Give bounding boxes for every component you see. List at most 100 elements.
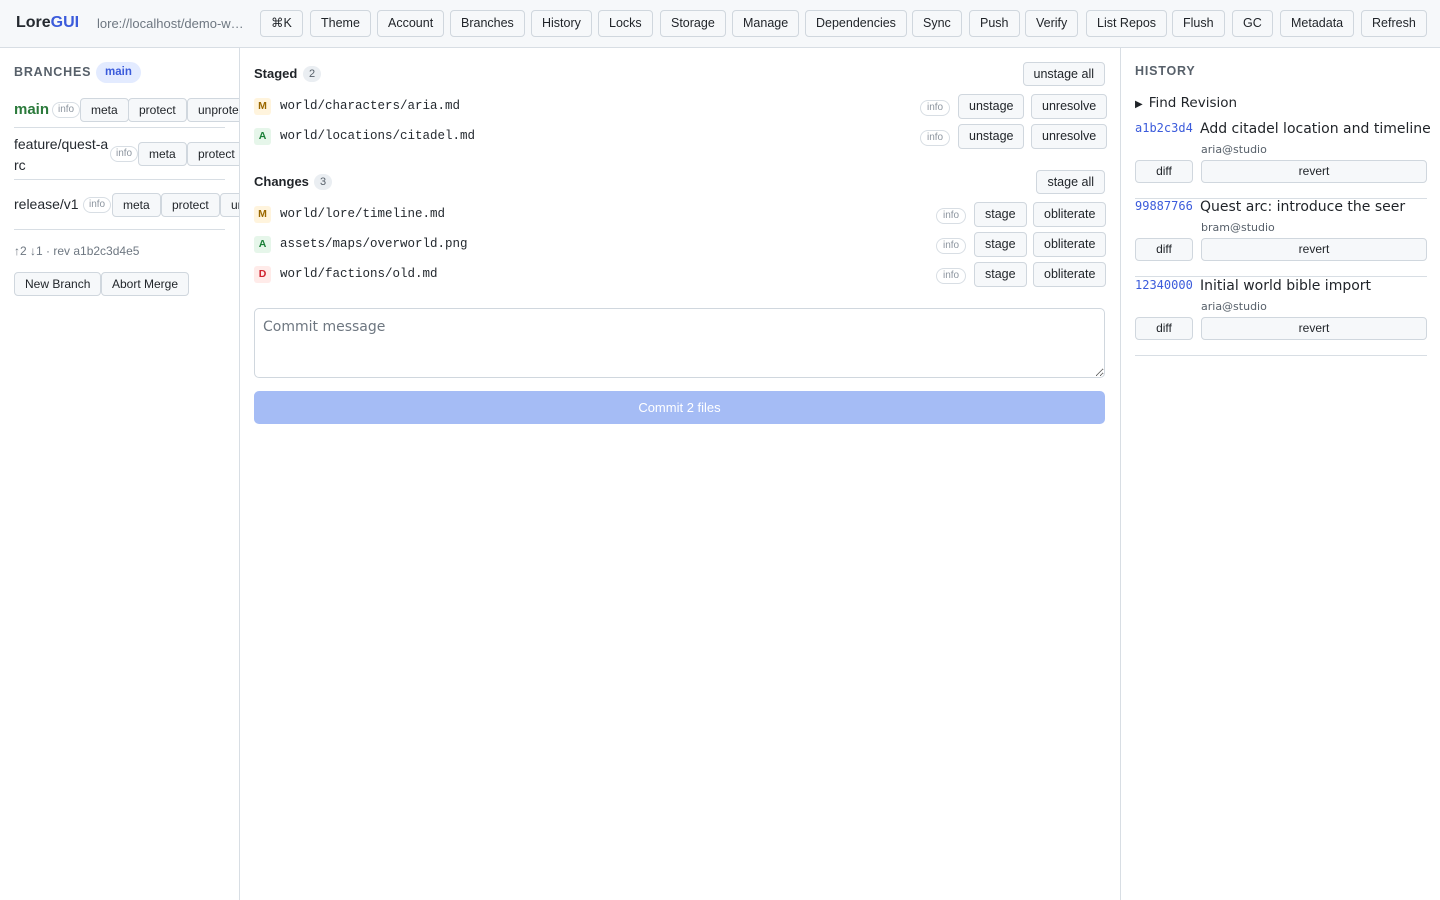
sync-status: ↑2 ↓1 · rev a1b2c3d4e5 [14,244,140,258]
status-badge: M [254,206,271,223]
unresolve-button[interactable]: unresolve [1031,124,1108,149]
obliterate-button[interactable]: obliterate [1033,202,1107,227]
stage-button[interactable]: stage [974,232,1027,257]
locks-button[interactable]: Locks [598,10,653,37]
storage-button[interactable]: Storage [660,10,726,37]
current-branch-pill: main [96,62,141,83]
revision-item: 12340000 Initial world bible import aria… [1135,278,1427,356]
file-path: world/lore/timeline.md [280,207,446,221]
branch-item-feature-quest-arc[interactable]: feature/quest-arc [14,134,112,176]
history-title: HISTORY [1135,64,1196,78]
flush-button[interactable]: Flush [1172,10,1225,37]
revision-hash[interactable]: 99887766 [1135,199,1193,213]
theme-button[interactable]: Theme [310,10,371,37]
branch-protect-button[interactable]: protect [187,142,239,166]
logo-main: Lore [16,14,51,31]
stage-button[interactable]: stage [974,262,1027,287]
manage-button[interactable]: Manage [732,10,800,37]
file-info-tag[interactable]: info [936,268,967,284]
status-badge: A [254,128,271,145]
history-button[interactable]: History [531,10,592,37]
revert-button[interactable]: revert [1201,160,1427,183]
top-bar: LoreGUI lore://localhost/demo-world ⌘K T… [0,0,1440,48]
file-path: assets/maps/overworld.png [280,237,468,251]
branch-meta-button[interactable]: meta [138,142,187,166]
branch-unprotect-button[interactable]: unprotect [220,193,239,217]
staged-file-row[interactable]: A world/locations/citadel.md info unstag… [254,121,1108,151]
changed-file-row[interactable]: D world/factions/old.md info stage oblit… [254,259,1107,289]
commit-button[interactable]: Commit 2 files [254,391,1105,424]
abort-merge-button[interactable]: Abort Merge [101,272,190,296]
revision-message: Add citadel location and timeline [1200,121,1431,137]
find-revision-toggle[interactable]: ▶ Find Revision [1135,95,1237,111]
revert-button[interactable]: revert [1201,317,1427,340]
gc-button[interactable]: GC [1232,10,1273,37]
unresolve-button[interactable]: unresolve [1031,94,1108,119]
branch-info-tag[interactable]: info [110,146,139,162]
changes-count-badge: 3 [314,174,333,190]
file-path: world/factions/old.md [280,267,438,281]
branch-info-tag[interactable]: info [83,197,112,213]
app-logo: LoreGUI [16,14,79,32]
unstage-button[interactable]: unstage [958,94,1025,119]
diff-button[interactable]: diff [1135,160,1193,183]
branch-protect-button[interactable]: protect [161,193,220,217]
unstage-all-button[interactable]: unstage all [1022,62,1105,86]
revision-author: aria@studio [1201,300,1267,313]
changes-title: Changes [254,174,309,189]
new-branch-button[interactable]: New Branch [14,272,102,296]
branch-item-main[interactable]: main [14,101,49,118]
diff-button[interactable]: diff [1135,317,1193,340]
command-palette-button[interactable]: ⌘K [260,10,303,37]
push-button[interactable]: Push [969,10,1020,37]
branch-protect-button[interactable]: protect [128,98,187,122]
metadata-button[interactable]: Metadata [1280,10,1355,37]
revision-item: 99887766 Quest arc: introduce the seer b… [1135,199,1427,277]
file-info-tag[interactable]: info [936,208,967,224]
staged-file-row[interactable]: M world/characters/aria.md info unstage … [254,91,1108,121]
file-info-tag[interactable]: info [920,130,951,146]
revision-hash[interactable]: a1b2c3d4 [1135,121,1193,135]
branch-info-tag[interactable]: info [52,102,81,118]
unstage-button[interactable]: unstage [958,124,1025,149]
stage-button[interactable]: stage [974,202,1027,227]
divider [14,127,225,128]
divider [14,179,225,180]
branch-unprotect-button[interactable]: unprotect [187,98,239,122]
changes-panel: Staged 2 unstage all M world/characters/… [240,48,1120,900]
branch-meta-button[interactable]: meta [80,98,129,122]
file-info-tag[interactable]: info [920,100,951,116]
account-button[interactable]: Account [377,10,445,37]
stage-all-button[interactable]: stage all [1036,170,1105,194]
revision-item: a1b2c3d4 Add citadel location and timeli… [1135,121,1431,199]
changed-file-row[interactable]: M world/lore/timeline.md info stage obli… [254,199,1107,229]
diff-button[interactable]: diff [1135,238,1193,261]
file-path: world/characters/aria.md [280,99,461,113]
divider [14,229,225,230]
list-repos-button[interactable]: List Repos [1086,10,1168,37]
sync-button[interactable]: Sync [912,10,962,37]
branches-sidebar: BRANCHES main main info meta protect unp… [0,48,240,900]
revision-message: Quest arc: introduce the seer [1200,199,1406,215]
revision-message: Initial world bible import [1200,278,1372,294]
obliterate-button[interactable]: obliterate [1033,232,1107,257]
branch-item-release-v1[interactable]: release/v1 [14,196,79,212]
revert-button[interactable]: revert [1201,238,1427,261]
branch-meta-button[interactable]: meta [112,193,161,217]
file-path: world/locations/citadel.md [280,129,476,143]
verify-button[interactable]: Verify [1025,10,1079,37]
find-revision-label: Find Revision [1148,95,1238,111]
status-badge: M [254,98,271,115]
commit-message-input[interactable] [254,308,1105,378]
refresh-button[interactable]: Refresh [1361,10,1427,37]
file-info-tag[interactable]: info [936,238,967,254]
staged-count-badge: 2 [303,66,322,82]
changed-file-row[interactable]: A assets/maps/overworld.png info stage o… [254,229,1107,259]
obliterate-button[interactable]: obliterate [1033,262,1107,287]
revision-author: bram@studio [1201,221,1275,234]
revision-hash[interactable]: 12340000 [1135,278,1193,292]
repo-url: lore://localhost/demo-world [97,16,245,31]
dependencies-button[interactable]: Dependencies [805,10,907,37]
branches-button[interactable]: Branches [450,10,525,37]
status-badge: A [254,236,271,253]
